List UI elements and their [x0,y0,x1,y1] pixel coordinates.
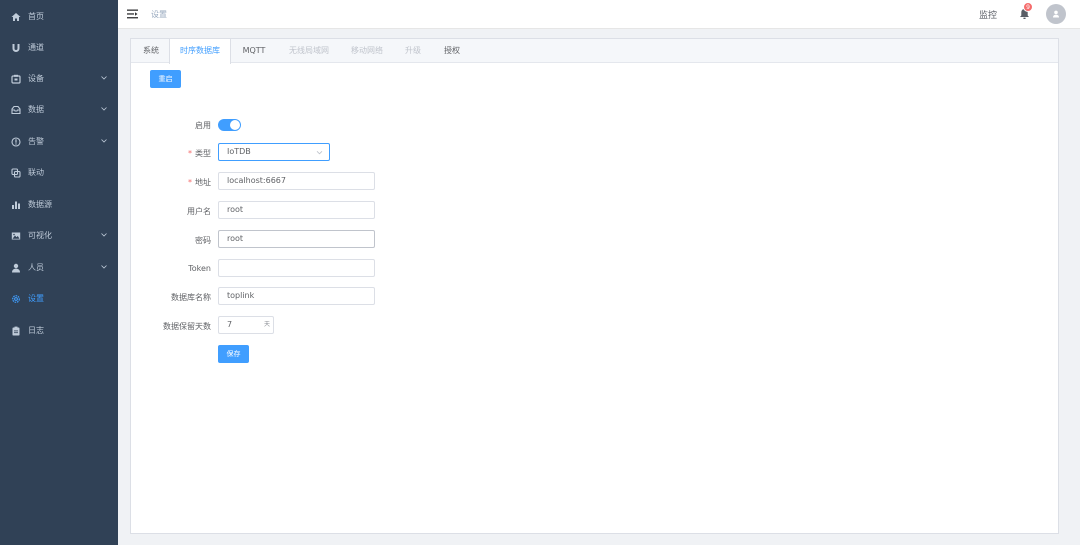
retention-input[interactable]: 7 天 [218,316,274,334]
chevron-down-icon [101,265,107,269]
alert-icon [11,136,21,147]
sidebar-item-label: 设置 [28,294,44,303]
user-avatar-icon [1053,10,1059,18]
tab-license[interactable]: 授权 [434,39,470,63]
save-button[interactable]: 保存 [218,345,249,363]
magnet-icon [11,43,21,53]
sidebar-item-visualization[interactable]: 可视化 [0,220,118,251]
tab-bar: 系统 时序数据库 MQTT 无线局域网 移动网络 升级 授权 [131,39,1058,64]
sidebar-item-home[interactable]: 首页 [0,1,118,32]
device-icon [11,74,21,84]
hamburger-icon[interactable] [127,9,138,19]
retention-value: 7 [227,320,233,329]
required-mark: * [188,149,192,158]
sidebar-item-log[interactable]: 日志 [0,315,118,346]
tab-wlan: 无线局域网 [289,46,329,55]
sidebar-item-label: 人员 [28,263,44,272]
link-icon [11,167,21,178]
sidebar-item-label: 可视化 [28,231,52,240]
type-select[interactable]: IoTDB [218,143,330,161]
sidebar: 首页 通道 设备 数据 告警 联动 数据源 可视化 人员 设置 日志 [0,0,118,545]
sidebar-item-personnel[interactable]: 人员 [0,252,118,283]
monitor-link[interactable]: 监控 [979,8,997,21]
type-label: * 类型 [131,148,211,159]
switch-knob [230,120,240,130]
restart-button[interactable]: 重启 [150,70,181,88]
clipboard-icon [11,326,21,336]
sidebar-item-label: 日志 [28,326,44,335]
type-select-value: IoTDB [227,147,251,156]
top-header: 设置 监控 9 [118,0,1080,29]
sidebar-item-settings[interactable]: 设置 [0,283,118,314]
image-icon [11,231,21,241]
gear-icon [11,294,21,304]
chevron-down-icon [101,107,107,111]
sidebar-item-label: 首页 [28,12,44,21]
tab-upgrade: 升级 [405,46,421,55]
token-label: Token [188,264,211,273]
chevron-down-icon [101,139,107,143]
enable-label: 启用 [195,121,211,130]
tab-mqtt[interactable]: MQTT [233,39,275,63]
address-input[interactable]: localhost:6667 [218,172,375,190]
sidebar-item-label: 告警 [28,137,44,146]
bar-chart-icon [11,200,21,210]
required-mark: * [188,178,192,187]
settings-card: 系统 时序数据库 MQTT 无线局域网 移动网络 升级 授权 重启 启用 * 类型… [130,38,1059,534]
tab-mobile-network: 移动网络 [351,46,383,55]
address-label: * 地址 [131,177,211,188]
sidebar-item-channel[interactable]: 通道 [0,32,118,63]
chevron-down-icon [316,150,323,155]
sidebar-item-alarm[interactable]: 告警 [0,126,118,157]
username-input[interactable]: root [218,201,375,219]
breadcrumb: 设置 [151,10,167,19]
user-icon [11,263,21,273]
sidebar-item-datasource[interactable]: 数据源 [0,189,118,220]
dbname-input[interactable]: toplink [218,287,375,305]
sidebar-item-label: 设备 [28,74,44,83]
sidebar-item-linkage[interactable]: 联动 [0,157,118,188]
home-icon [11,12,21,22]
password-label: 密码 [195,236,211,245]
sidebar-item-data[interactable]: 数据 [0,94,118,125]
sidebar-item-label: 通道 [28,43,44,52]
notification-badge: 9 [1023,2,1033,12]
data-icon [11,105,21,115]
enable-switch[interactable] [218,119,241,131]
retention-unit: 天 [263,321,270,328]
sidebar-item-label: 数据源 [28,200,52,209]
sidebar-item-label: 联动 [28,168,44,177]
tab-system[interactable]: 系统 [133,39,169,63]
tab-timeseries-db[interactable]: 时序数据库 [169,39,231,64]
retention-label: 数据保留天数 [163,322,211,331]
dbname-label: 数据库名称 [171,293,211,302]
username-label: 用户名 [187,207,211,216]
address-label-text: 地址 [195,178,211,187]
sidebar-item-device[interactable]: 设备 [0,63,118,94]
chevron-down-icon [101,76,107,80]
chevron-down-icon [101,233,107,237]
type-label-text: 类型 [195,149,211,158]
token-input[interactable] [218,259,375,277]
avatar[interactable] [1046,4,1066,24]
password-input[interactable]: root [218,230,375,248]
sidebar-item-label: 数据 [28,105,44,114]
